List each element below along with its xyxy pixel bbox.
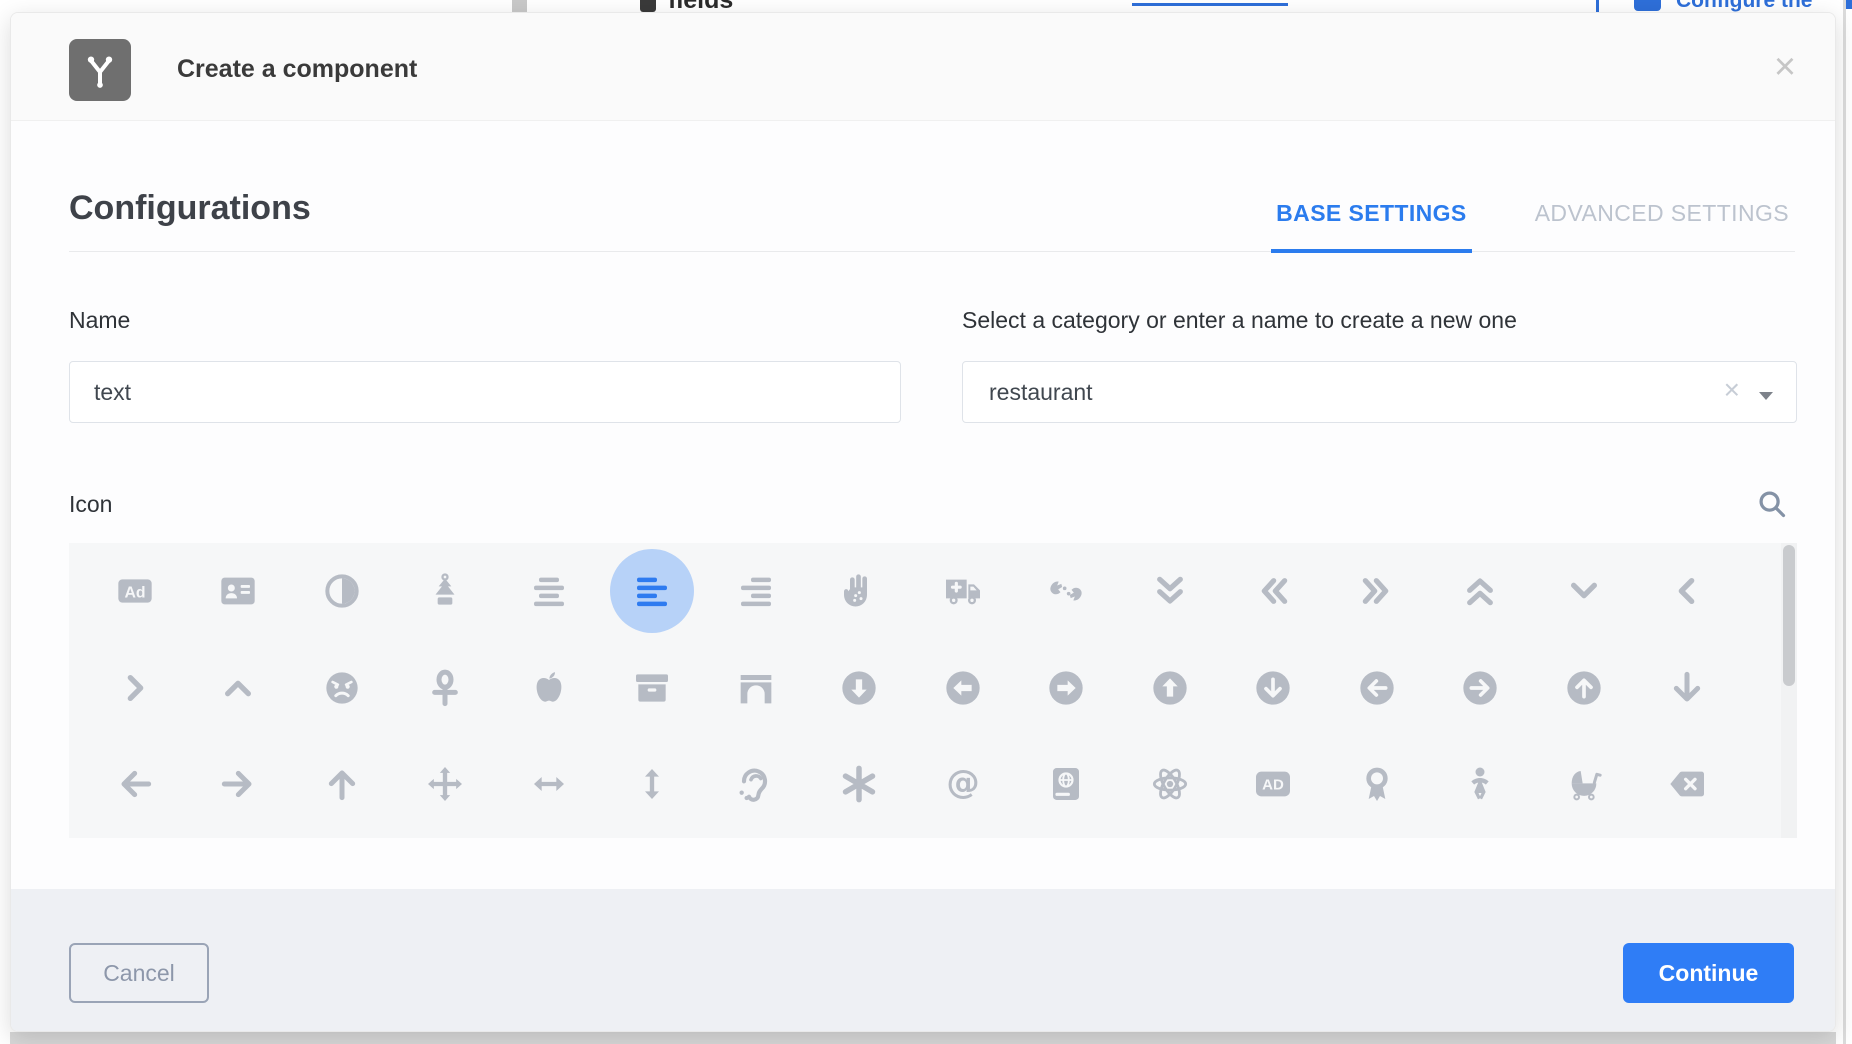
modal-header: Create a component × — [11, 13, 1835, 121]
icon-baby-carriage[interactable] — [1532, 736, 1636, 833]
icon-address-card[interactable] — [187, 543, 291, 640]
icon-apple-alt[interactable] — [497, 640, 601, 737]
icon-air-freshener[interactable] — [394, 543, 498, 640]
icon-arrow-left[interactable] — [83, 736, 187, 833]
background-char-fragment — [640, 0, 656, 12]
icon-arrow-right[interactable] — [187, 736, 291, 833]
create-component-modal: Create a component × Configurations BASE… — [10, 12, 1836, 1032]
category-value: restaurant — [963, 379, 1093, 406]
icon-arrow-alt-circle-up[interactable] — [1118, 640, 1222, 737]
icon-archive[interactable] — [601, 640, 705, 737]
svg-text:@: @ — [946, 764, 979, 801]
selected-icon-highlight — [610, 549, 694, 633]
svg-text:AD: AD — [1262, 777, 1284, 794]
icon-asterisk[interactable] — [808, 736, 912, 833]
icon-ambulance[interactable] — [911, 543, 1015, 640]
icon-label: Icon — [69, 491, 112, 518]
category-label: Select a category or enter a name to cre… — [962, 307, 1517, 334]
icon-arrows-alt-h[interactable] — [497, 736, 601, 833]
icon-arrow-alt-circle-down[interactable] — [808, 640, 912, 737]
icon-atom[interactable] — [1118, 736, 1222, 833]
icon-atlas[interactable] — [1015, 736, 1119, 833]
icon-angle-double-left[interactable] — [1222, 543, 1326, 640]
icon-allergies[interactable] — [808, 543, 912, 640]
section-title: Configurations — [69, 189, 311, 228]
modal-title: Create a component — [177, 55, 417, 84]
background-scroll-fragment — [512, 0, 527, 12]
icon-angle-double-down[interactable] — [1118, 543, 1222, 640]
icon-arrow-alt-circle-left[interactable] — [911, 640, 1015, 737]
settings-tabs: BASE SETTINGS ADVANCED SETTINGS — [1271, 200, 1794, 253]
background-blue-bar — [1596, 0, 1599, 12]
continue-button[interactable]: Continue — [1623, 943, 1794, 1003]
icon-arrow-circle-up[interactable] — [1532, 640, 1636, 737]
icon-angry[interactable] — [290, 640, 394, 737]
name-label: Name — [69, 307, 130, 334]
icon-at[interactable]: @ — [911, 736, 1015, 833]
icon-backspace[interactable] — [1636, 736, 1740, 833]
cancel-button[interactable]: Cancel — [69, 943, 209, 1003]
clear-x-icon[interactable]: × — [1724, 376, 1740, 404]
icon-adjust[interactable] — [290, 543, 394, 640]
background-corner-fragment — [1846, 0, 1852, 9]
icon-angle-double-right[interactable] — [1325, 543, 1429, 640]
component-branch-icon — [69, 39, 131, 101]
icon-angle-left[interactable] — [1636, 543, 1740, 640]
icon-ad[interactable]: Ad — [83, 543, 187, 640]
icon-angle-up[interactable] — [187, 640, 291, 737]
background-link-icon — [1634, 0, 1661, 11]
icon-arrow-circle-left[interactable] — [1325, 640, 1429, 737]
icon-assistive-listening-systems[interactable] — [704, 736, 808, 833]
icon-angle-right[interactable] — [83, 640, 187, 737]
icon-baby[interactable] — [1429, 736, 1533, 833]
icon-align-left[interactable] — [601, 543, 705, 640]
close-icon[interactable]: × — [1763, 45, 1807, 89]
icon-ankh[interactable] — [394, 640, 498, 737]
scrollbar-thumb[interactable] — [1783, 545, 1795, 686]
icon-audio-description[interactable]: AD — [1222, 736, 1326, 833]
icon-arrows-alt-v[interactable] — [601, 736, 705, 833]
icon-arrow-up[interactable] — [290, 736, 394, 833]
tab-advanced-settings[interactable]: ADVANCED SETTINGS — [1530, 200, 1794, 253]
icon-grid: Ad @ AD — [83, 543, 1797, 833]
icon-arrow-alt-circle-right[interactable] — [1015, 640, 1119, 737]
svg-text:Ad: Ad — [124, 585, 145, 602]
icon-award[interactable] — [1325, 736, 1429, 833]
name-input[interactable] — [69, 361, 901, 423]
background-tab-underline — [1132, 3, 1288, 6]
background-bottom-strip — [10, 1032, 1836, 1044]
icon-arrows-alt[interactable] — [394, 736, 498, 833]
search-icon[interactable] — [1755, 487, 1789, 521]
caret-down-icon[interactable] — [1758, 388, 1774, 406]
icon-grid-container: Ad @ AD — [69, 543, 1797, 838]
icon-arrow-circle-right[interactable] — [1429, 640, 1533, 737]
icon-arrow-circle-down[interactable] — [1222, 640, 1326, 737]
category-select[interactable]: restaurant × — [962, 361, 1797, 423]
icon-american-sign-language-interpreting[interactable] — [1015, 543, 1119, 640]
scrollbar-track[interactable] — [1781, 543, 1797, 838]
modal-footer: Cancel Continue — [11, 889, 1835, 1031]
background-right-divider — [1843, 0, 1846, 1044]
icon-archway[interactable] — [704, 640, 808, 737]
icon-arrow-down[interactable] — [1636, 640, 1740, 737]
icon-align-center[interactable] — [497, 543, 601, 640]
tab-base-settings[interactable]: BASE SETTINGS — [1271, 200, 1472, 253]
icon-angle-down[interactable] — [1532, 543, 1636, 640]
icon-align-right[interactable] — [704, 543, 808, 640]
icon-angle-double-up[interactable] — [1429, 543, 1533, 640]
